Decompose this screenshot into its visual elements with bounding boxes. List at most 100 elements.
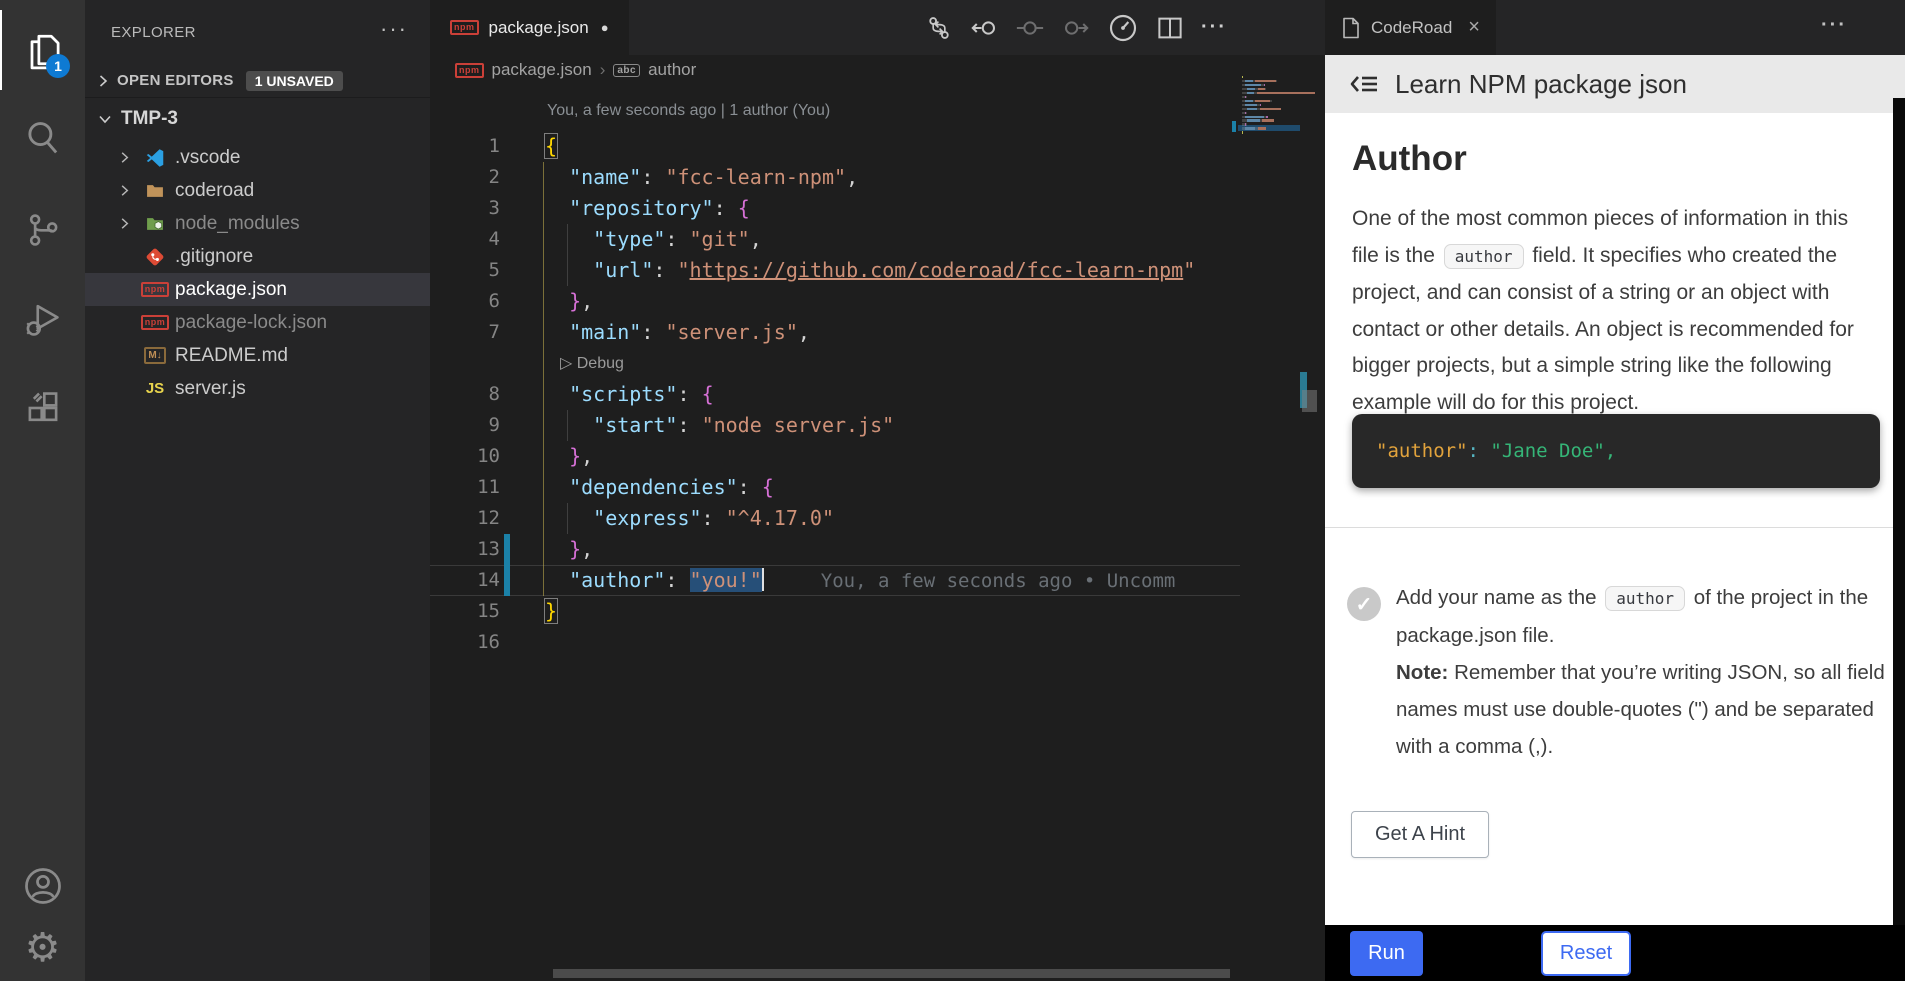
symbol-string-icon: abc: [613, 64, 640, 77]
code-line-14[interactable]: 14 "author": "you!"You, a few seconds ag…: [430, 565, 1240, 596]
open-changes-icon[interactable]: [925, 14, 953, 42]
code-line-9[interactable]: 9 "start": "node server.js": [430, 410, 1240, 441]
modified-dot-icon[interactable]: ●: [601, 20, 609, 35]
breadcrumb-symbol[interactable]: author: [648, 60, 696, 80]
vertical-scrollbar-thumb[interactable]: [1302, 390, 1317, 412]
file-item-.gitignore[interactable]: .gitignore: [85, 240, 430, 273]
next-change-icon[interactable]: [1061, 13, 1091, 43]
line-number: 15: [430, 596, 500, 627]
js-icon: JS: [141, 380, 169, 397]
indent-guide: [567, 503, 568, 534]
git-icon: [141, 246, 169, 268]
code-line-6[interactable]: 6 },: [430, 286, 1240, 317]
code-line-15[interactable]: 15}: [430, 596, 1240, 627]
task-checkmark-icon: ✓: [1347, 587, 1381, 621]
chevron-right-icon: [117, 216, 133, 232]
step-heading: Author: [1352, 139, 1467, 179]
account-icon: [21, 864, 65, 908]
tab-label: package.json: [489, 18, 589, 38]
workspace-root[interactable]: TMP-3: [85, 102, 430, 136]
code-line-12[interactable]: 12 "express": "^4.17.0": [430, 503, 1240, 534]
search-icon: [22, 117, 64, 159]
open-editors-section[interactable]: OPEN EDITORS 1 UNSAVED: [85, 64, 430, 98]
editor-more-actions-icon[interactable]: ···: [1201, 16, 1227, 39]
file-item-coderoad[interactable]: coderoad: [85, 174, 430, 207]
line-number: 1: [430, 131, 500, 162]
line-number: 13: [430, 534, 500, 565]
modified-line-marker: [504, 534, 510, 565]
code-line-8[interactable]: 8 "scripts": {: [430, 379, 1240, 410]
chevron-down-icon: [97, 111, 113, 127]
run-button[interactable]: Run: [1350, 931, 1423, 976]
line-number: 11: [430, 472, 500, 503]
previous-change-icon[interactable]: [969, 13, 999, 43]
run-tutorial-icon[interactable]: [1107, 12, 1139, 44]
npm-icon: npm: [141, 282, 169, 297]
step-description: One of the most common pieces of informa…: [1352, 201, 1867, 421]
chevron-spacer: [117, 249, 133, 265]
close-icon[interactable]: ×: [1468, 16, 1480, 39]
explorer-sidebar: EXPLORER ··· OPEN EDITORS 1 UNSAVED TMP-…: [85, 0, 430, 981]
settings-button[interactable]: ⚙: [0, 918, 85, 978]
code-line-2[interactable]: 2 "name": "fcc-learn-npm",: [430, 162, 1240, 193]
code-example: "author": "Jane Doe",: [1352, 414, 1880, 488]
chevron-spacer: [117, 348, 133, 364]
sidebar-item-source-control[interactable]: [0, 190, 85, 270]
code-line-5[interactable]: 5 "url": "https://github.com/coderoad/fc…: [430, 255, 1240, 286]
split-editor-icon[interactable]: [1155, 13, 1185, 43]
file-icon: [1341, 17, 1361, 39]
reset-button[interactable]: Reset: [1541, 931, 1631, 976]
line-number: 14: [430, 565, 500, 596]
code-line-1[interactable]: 1{: [430, 131, 1240, 162]
code-line-10[interactable]: 10 },: [430, 441, 1240, 472]
unsaved-badge: 1 UNSAVED: [246, 71, 343, 91]
code-line-13[interactable]: 13 },: [430, 534, 1240, 565]
horizontal-scrollbar[interactable]: [553, 969, 1230, 978]
minimap-change-marker: [1232, 121, 1236, 132]
line-number: 5: [430, 255, 500, 286]
webview-scrollbar[interactable]: [1893, 98, 1905, 981]
file-item-node_modules[interactable]: node_modules: [85, 207, 430, 240]
collapse-menu-icon[interactable]: [1349, 71, 1379, 97]
tutorial-header: Learn NPM package json: [1325, 55, 1905, 113]
gitlens-blame-header[interactable]: You, a few seconds ago | 1 author (You): [547, 102, 830, 120]
file-item-server.js[interactable]: JSserver.js: [85, 372, 430, 405]
code-line-3[interactable]: 3 "repository": {: [430, 193, 1240, 224]
indent-guide: [567, 224, 568, 286]
markdown-icon: M↓: [141, 347, 169, 364]
coderoad-more-actions-icon[interactable]: ···: [1821, 14, 1847, 37]
divider: [1325, 527, 1893, 528]
file-item-package.json[interactable]: npmpackage.json: [85, 273, 430, 306]
code-line-16[interactable]: 16: [430, 627, 1240, 658]
coderoad-panel: CodeRoad × ··· Learn NPM package json Au…: [1325, 0, 1905, 981]
task-description: Add your name as the author of the proje…: [1396, 579, 1886, 765]
file-item-package-lock.json[interactable]: npmpackage-lock.json: [85, 306, 430, 339]
text-cursor: [762, 568, 764, 591]
line-number: 12: [430, 503, 500, 534]
line-number: 9: [430, 410, 500, 441]
current-change-icon[interactable]: [1015, 13, 1045, 43]
minimap[interactable]: [1240, 76, 1298, 166]
code-line-7[interactable]: 7 "main": "server.js",: [430, 317, 1240, 348]
code-area[interactable]: 1{2 "name": "fcc-learn-npm",3 "repositor…: [430, 131, 1240, 658]
sidebar-item-run-debug[interactable]: [0, 278, 85, 358]
sidebar-item-extensions[interactable]: [0, 368, 85, 448]
file-item-.vscode[interactable]: .vscode: [85, 141, 430, 174]
editor-group: npm package.json ●: [430, 0, 1325, 981]
sidebar-item-search[interactable]: [0, 98, 85, 178]
get-hint-button[interactable]: Get A Hint: [1351, 811, 1489, 858]
code-line-4[interactable]: 4 "type": "git",: [430, 224, 1240, 255]
chevron-spacer: [117, 315, 133, 331]
npm-icon: npm: [450, 20, 479, 35]
line-number: 7: [430, 317, 500, 348]
line-number: 2: [430, 162, 500, 193]
tab-package-json[interactable]: npm package.json ●: [430, 0, 629, 55]
breadcrumb-file[interactable]: package.json: [492, 60, 592, 80]
tab-coderoad[interactable]: CodeRoad ×: [1325, 0, 1496, 55]
explorer-more-actions-icon[interactable]: ···: [380, 16, 408, 42]
file-item-README.md[interactable]: M↓README.md: [85, 339, 430, 372]
account-button[interactable]: [0, 856, 85, 916]
sidebar-item-explorer[interactable]: 1: [0, 10, 85, 90]
debug-codelens[interactable]: ▷ Debug: [560, 348, 624, 379]
code-line-11[interactable]: 11 "dependencies": {: [430, 472, 1240, 503]
